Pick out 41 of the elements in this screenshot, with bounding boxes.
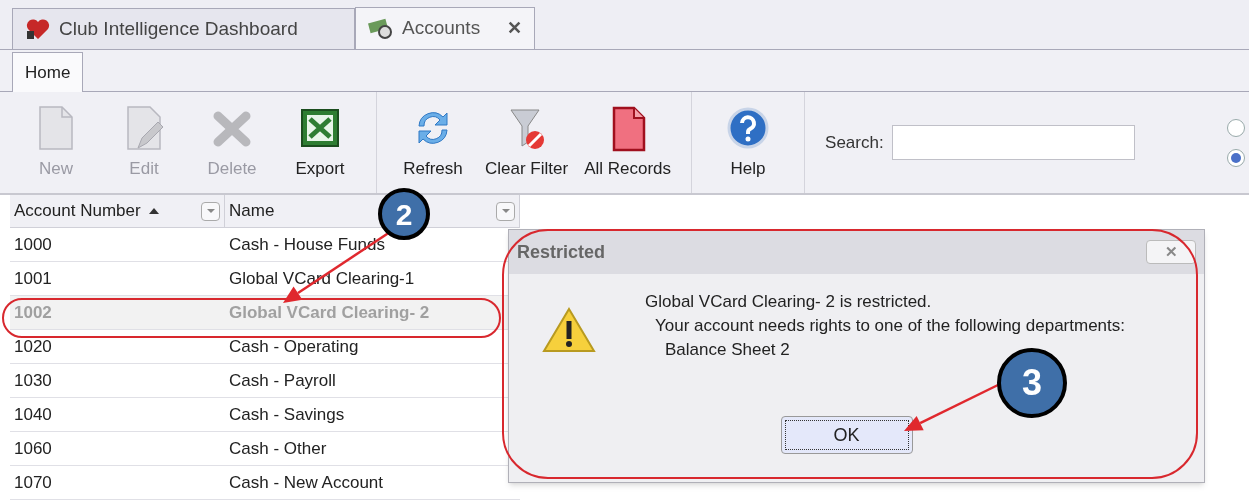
ribbon-tab[interactable]: Home [12,52,84,92]
table-cell-text: Cash - Operating [228,335,360,358]
toolbar-button[interactable]: Refresh [389,103,477,182]
toolbar-button[interactable]: All Records [576,103,680,182]
table-cell-text: 1000 [13,233,53,256]
tab-label: Club Intelligence Dashboard [59,16,298,41]
table-cell-text: Cash - Other [228,437,328,460]
dialog-message: Global VCard Clearing- 2 is restricted. [645,291,933,313]
sort-ascending-icon [148,208,159,214]
tab-label: Accounts [402,16,481,41]
toolbar-button[interactable]: Help [704,103,793,182]
ok-button[interactable]: OK [780,416,913,454]
table-cell-text: 1002 [13,301,53,324]
radio-button[interactable] [1227,148,1245,167]
column-header[interactable]: Account Number [10,195,225,227]
filter-dropdown-icon[interactable] [201,201,220,221]
search-label: Search: [825,131,884,154]
table-cell-text: 1070 [13,471,53,494]
dialog-message: Balance Sheet 2 [664,339,791,361]
table-cell-text: 1001 [13,267,53,290]
table-cell-text: 1060 [13,437,53,460]
dialog-title: Restricted [517,240,606,264]
table-cell-text: Global VCard Clearing- 2 [228,301,431,324]
dialog-message: Your account needs rights to one of the following departments: [654,315,1125,337]
toolbar-button[interactable]: Export [276,103,364,182]
heart-icon [25,17,51,41]
document-tab[interactable]: Club Intelligence Dashboard [12,8,355,50]
table-cell-text: 1030 [13,369,53,392]
search-field[interactable] [891,125,1135,160]
table-cell-text: Cash - New Account [228,471,384,494]
money-icon [368,16,394,41]
table-cell-text: Cash - Payroll [228,369,337,392]
table-cell-text: 1020 [13,335,53,358]
filter-dropdown-icon[interactable] [496,201,515,221]
document-tab[interactable]: Accounts ✕ [355,7,535,49]
close-button[interactable]: ✕ [507,15,522,42]
warning-icon [541,306,597,354]
radio-button[interactable] [1227,118,1245,137]
table-cell-text: 1040 [13,403,53,426]
toolbar-button[interactable]: Clear Filter [477,103,577,182]
table-cell-text: Cash - Savings [228,403,346,426]
